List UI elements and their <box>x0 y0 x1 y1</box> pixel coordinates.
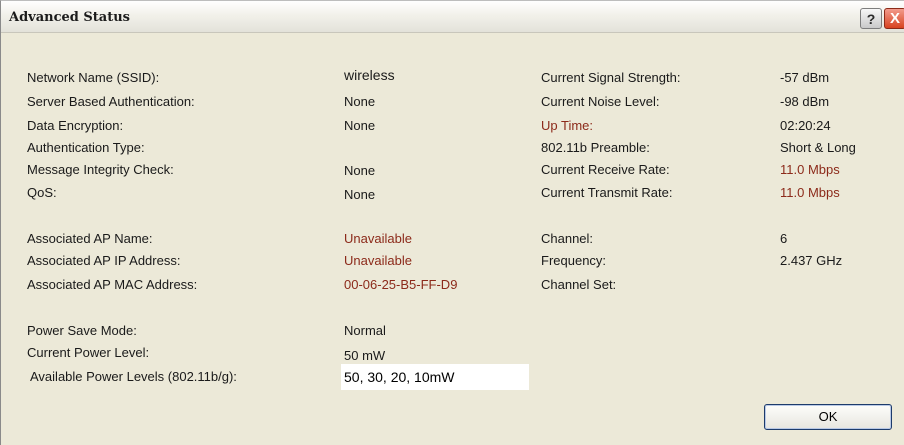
transmit-rate-value: 11.0 Mbps <box>780 185 840 200</box>
auth-type-label: Authentication Type: <box>27 140 145 155</box>
channel-set-label: Channel Set: <box>541 277 617 292</box>
receive-rate-value: 11.0 Mbps <box>780 162 840 177</box>
preamble-label: 802.11b Preamble: <box>541 140 650 155</box>
close-icon: X <box>889 10 900 27</box>
signal-strength-value: -57 dBm <box>780 70 830 85</box>
uptime-label: Up Time: <box>541 118 594 133</box>
current-power-label: Current Power Level: <box>27 345 150 360</box>
ssid-value: wireless <box>344 67 395 83</box>
title-bar[interactable]: Advanced Status ? X <box>1 1 904 33</box>
available-power-label: Available Power Levels (802.11b/g): <box>30 369 237 384</box>
power-save-label: Power Save Mode: <box>27 323 137 338</box>
qos-value: None <box>344 187 376 202</box>
current-power-value: 50 mW <box>344 348 386 363</box>
mic-value: None <box>344 163 376 178</box>
noise-level-value: -98 dBm <box>780 94 830 109</box>
frequency-label: Frequency: <box>541 253 607 268</box>
frequency-value: 2.437 GHz <box>780 253 843 268</box>
ok-button[interactable]: OK <box>764 404 892 430</box>
power-save-value: Normal <box>344 323 386 338</box>
channel-value: 6 <box>780 231 788 246</box>
auth-label: Server Based Authentication: <box>27 94 195 109</box>
ap-mac-label: Associated AP MAC Address: <box>27 277 198 292</box>
receive-rate-label: Current Receive Rate: <box>541 162 670 177</box>
ssid-label: Network Name (SSID): <box>27 70 160 85</box>
ap-ip-label: Associated AP IP Address: <box>27 253 181 268</box>
qos-label: QoS: <box>27 185 57 200</box>
transmit-rate-label: Current Transmit Rate: <box>541 185 673 200</box>
encryption-label: Data Encryption: <box>27 118 124 133</box>
signal-strength-label: Current Signal Strength: <box>541 70 681 85</box>
window-title: Advanced Status <box>9 10 130 25</box>
help-icon: ? <box>866 10 876 27</box>
help-button[interactable]: ? <box>860 8 882 29</box>
preamble-value: Short & Long <box>780 140 856 155</box>
channel-label: Channel: <box>541 231 594 246</box>
encryption-value: None <box>344 118 376 133</box>
auth-value: None <box>344 94 376 109</box>
ap-name-label: Associated AP Name: <box>27 231 153 246</box>
mic-label: Message Integrity Check: <box>27 162 174 177</box>
ap-mac-value: 00-06-25-B5-FF-D9 <box>344 277 458 292</box>
available-power-value: 50, 30, 20, 10mW <box>344 369 455 385</box>
uptime-value: 02:20:24 <box>780 118 831 133</box>
noise-level-label: Current Noise Level: <box>541 94 660 109</box>
available-power-field: 50, 30, 20, 10mW <box>341 364 529 390</box>
advanced-status-dialog: Advanced Status ? X Network Name (SSID):… <box>0 0 904 445</box>
close-button[interactable]: X <box>884 8 904 29</box>
ap-ip-value: Unavailable <box>344 253 412 268</box>
ap-name-value: Unavailable <box>344 231 412 246</box>
